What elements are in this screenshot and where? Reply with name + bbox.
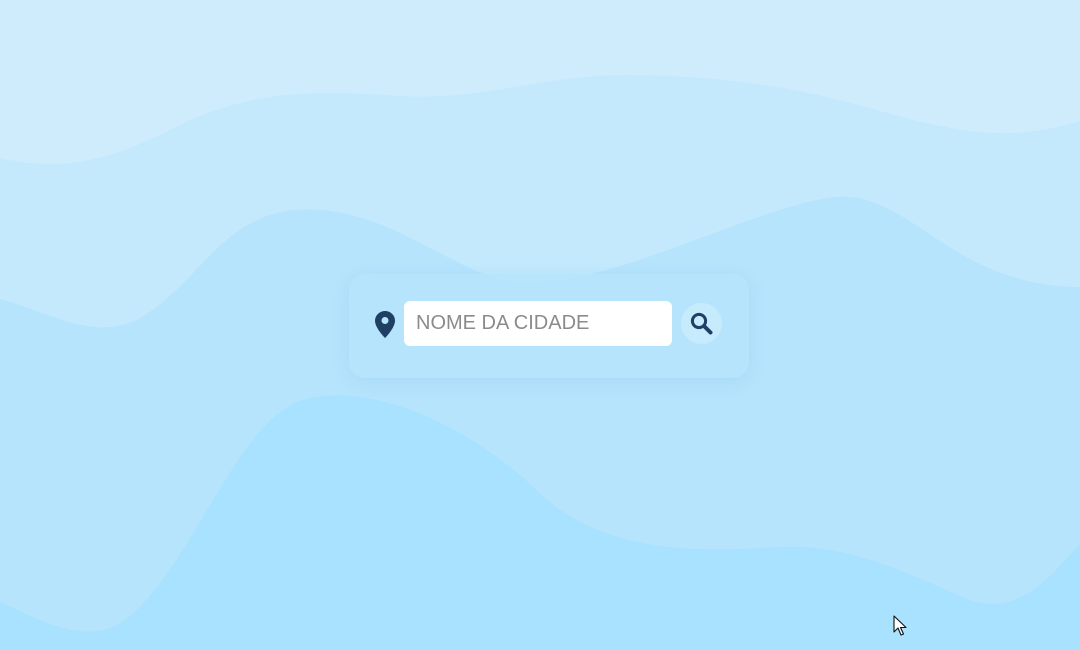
- city-search-input[interactable]: [404, 301, 672, 346]
- location-pin-icon: [375, 311, 395, 338]
- weather-search-page: [0, 0, 1080, 650]
- search-button[interactable]: [681, 303, 722, 344]
- search-icon: [690, 312, 713, 335]
